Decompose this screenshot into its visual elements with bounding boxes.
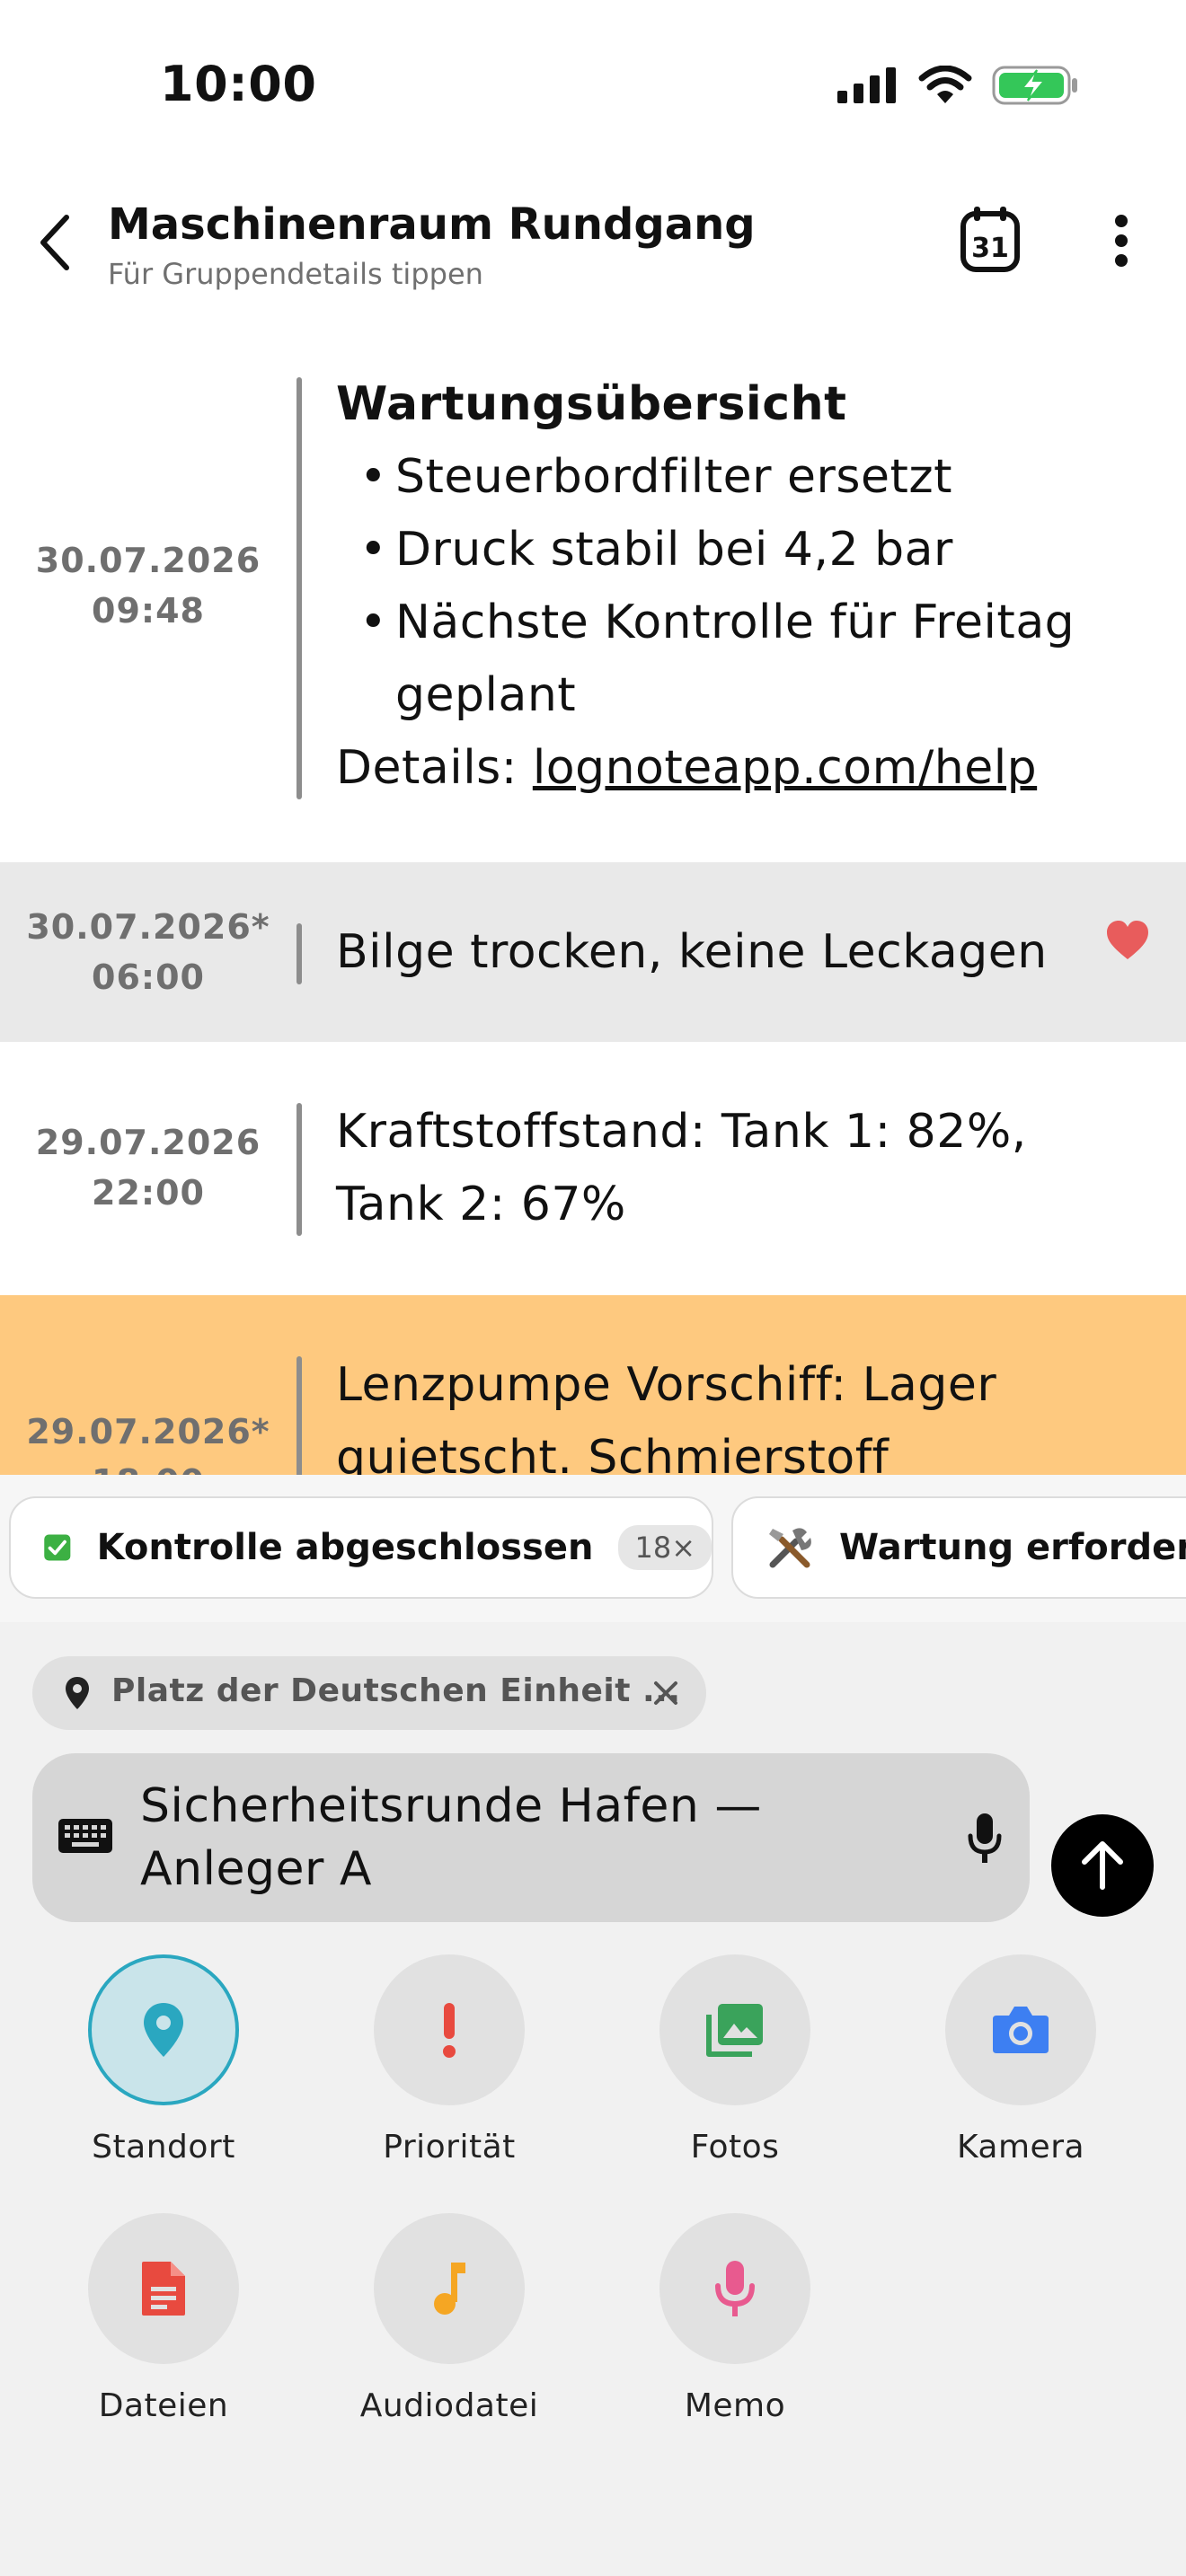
entry-datetime: 30.07.2026* 06:00 (0, 902, 296, 1002)
attach-circle (374, 2213, 525, 2364)
status-time: 10:00 (160, 56, 317, 112)
entry-date: 30.07.2026 (35, 541, 261, 580)
check-box-icon (44, 1534, 71, 1561)
entry-time: 06:00 (92, 957, 205, 997)
location-pin-icon (144, 2003, 183, 2057)
entry-content: Wartungsübersicht Steuerbordfilter erset… (336, 368, 1145, 805)
attach-files-button[interactable]: Dateien (56, 2213, 271, 2424)
attach-priority-button[interactable]: Priorität (341, 1954, 557, 2166)
chat-header: Maschinenraum Rundgang Für Gruppendetail… (0, 171, 1186, 314)
quick-tag-bar: Kontrolle abgeschlossen 18× Wartung erfo… (0, 1475, 1186, 1622)
quick-chip-maintenance[interactable]: Wartung erforderlich (731, 1496, 1186, 1599)
entry-content: Kraftstoffstand: Tank 1: 82%, Tank 2: 67… (336, 1105, 1027, 1231)
wifi-icon (918, 66, 972, 103)
list-item: Steuerbordfilter ersetzt (336, 441, 1145, 514)
log-entry[interactable]: 30.07.2026 09:48 Wartungsübersicht Steue… (0, 356, 1186, 862)
location-pin-icon (66, 1677, 89, 1709)
more-options-button[interactable] (1096, 207, 1146, 275)
message-input[interactable]: Sicherheitsrunde Hafen — Anleger A (32, 1753, 1030, 1922)
group-title[interactable]: Maschinenraum Rundgang (108, 199, 756, 250)
entry-content: Lenzpumpe Vorschiff: Lager quietscht. Sc… (336, 1358, 997, 1475)
tools-icon (769, 1528, 811, 1568)
document-icon (142, 2262, 185, 2316)
keyboard-icon[interactable] (58, 1818, 113, 1854)
back-button[interactable] (27, 207, 81, 278)
list-item: Druck stabil bei 4,2 bar (336, 514, 1145, 587)
attach-circle (659, 2213, 810, 2364)
chevron-left-icon (40, 215, 69, 270)
more-vertical-icon (1115, 215, 1128, 267)
attach-label: Audiodatei (359, 2387, 539, 2424)
attach-camera-button[interactable]: Kamera (913, 1954, 1128, 2166)
send-button[interactable] (1051, 1814, 1154, 1917)
attach-photos-button[interactable]: Fotos (627, 1954, 843, 2166)
entry-date: 29.07.2026* (26, 1412, 270, 1451)
attach-label: Dateien (98, 2387, 229, 2424)
camera-icon (993, 2007, 1049, 2053)
calendar-button[interactable]: 31 (960, 205, 1021, 273)
heart-icon[interactable] (1105, 920, 1150, 961)
battery-charging-icon (992, 66, 1077, 105)
entry-divider (296, 1103, 302, 1236)
chip-label: Wartung erforderlich (839, 1527, 1186, 1568)
gallery-icon (706, 2004, 763, 2057)
attach-circle (374, 1954, 525, 2105)
entry-time: 09:48 (92, 591, 205, 631)
composer-panel: Platz der Deutschen Einheit ... Sicherhe… (0, 1622, 1186, 2576)
list-item: Nächste Kontrolle für Freitag geplant (336, 587, 1145, 732)
location-text: Platz der Deutschen Einheit ... (111, 1672, 681, 1709)
attach-label: Priorität (383, 2129, 516, 2166)
attach-circle (88, 2213, 239, 2364)
attach-audio-button[interactable]: Audiodatei (341, 2213, 557, 2424)
entry-divider (296, 377, 302, 799)
entry-bullet-list: Steuerbordfilter ersetzt Druck stabil be… (336, 441, 1145, 732)
attach-memo-button[interactable]: Memo (627, 2213, 843, 2424)
microphone-icon[interactable] (967, 1813, 1003, 1865)
location-chip[interactable]: Platz der Deutschen Einheit ... (32, 1656, 706, 1730)
status-icons (837, 65, 1078, 106)
entry-details: Details: lognoteapp.com/help (336, 732, 1145, 805)
attach-circle (659, 1954, 810, 2105)
log-entry[interactable]: 29.07.2026 22:00 Kraftstoffstand: Tank 1… (0, 1042, 1186, 1295)
attach-label: Memo (684, 2387, 786, 2424)
cellular-signal-icon (837, 67, 896, 103)
attach-label: Kamera (956, 2129, 1085, 2166)
entry-divider (296, 1356, 302, 1475)
entry-datetime: 29.07.2026* 18:00 (0, 1407, 296, 1475)
attach-label: Standort (92, 2129, 235, 2166)
attach-circle (88, 1954, 239, 2105)
entry-content: Bilge trocken, keine Leckagen (336, 925, 1048, 979)
close-icon[interactable] (652, 1680, 679, 1707)
music-note-icon (434, 2263, 465, 2315)
entry-divider (296, 923, 302, 984)
microphone-icon (715, 2261, 755, 2316)
message-input-value[interactable]: Sicherheitsrunde Hafen — Anleger A (140, 1775, 931, 1901)
calendar-day: 31 (971, 233, 1009, 264)
entry-date: 29.07.2026 (35, 1123, 261, 1162)
chip-label: Kontrolle abgeschlossen (96, 1527, 594, 1568)
log-entry[interactable]: 30.07.2026* 06:00 Bilge trocken, keine L… (0, 862, 1186, 1042)
group-subtitle[interactable]: Für Gruppendetails tippen (108, 257, 483, 291)
entry-date: 30.07.2026* (26, 907, 270, 947)
attach-label: Fotos (690, 2129, 780, 2166)
entry-time: 18:00 (0, 1457, 296, 1475)
arrow-up-icon (1082, 1841, 1123, 1890)
exclamation-icon (443, 2003, 456, 2058)
entry-time: 22:00 (92, 1173, 205, 1213)
attach-location-button[interactable]: Standort (56, 1954, 271, 2166)
entry-datetime: 30.07.2026 09:48 (0, 535, 296, 636)
status-bar: 10:00 (0, 0, 1186, 171)
entry-datetime: 29.07.2026 22:00 (0, 1117, 296, 1218)
quick-chip-check-complete[interactable]: Kontrolle abgeschlossen 18× (9, 1496, 713, 1599)
entry-heading: Wartungsübersicht (336, 377, 847, 431)
chip-count: 18× (618, 1525, 712, 1570)
calendar-icon: 31 (960, 207, 1020, 272)
log-entry[interactable]: 29.07.2026* 18:00 Lenzpumpe Vorschiff: L… (0, 1295, 1186, 1475)
details-label: Details: (336, 741, 518, 795)
attach-circle (945, 1954, 1096, 2105)
details-link[interactable]: lognoteapp.com/help (533, 741, 1037, 795)
